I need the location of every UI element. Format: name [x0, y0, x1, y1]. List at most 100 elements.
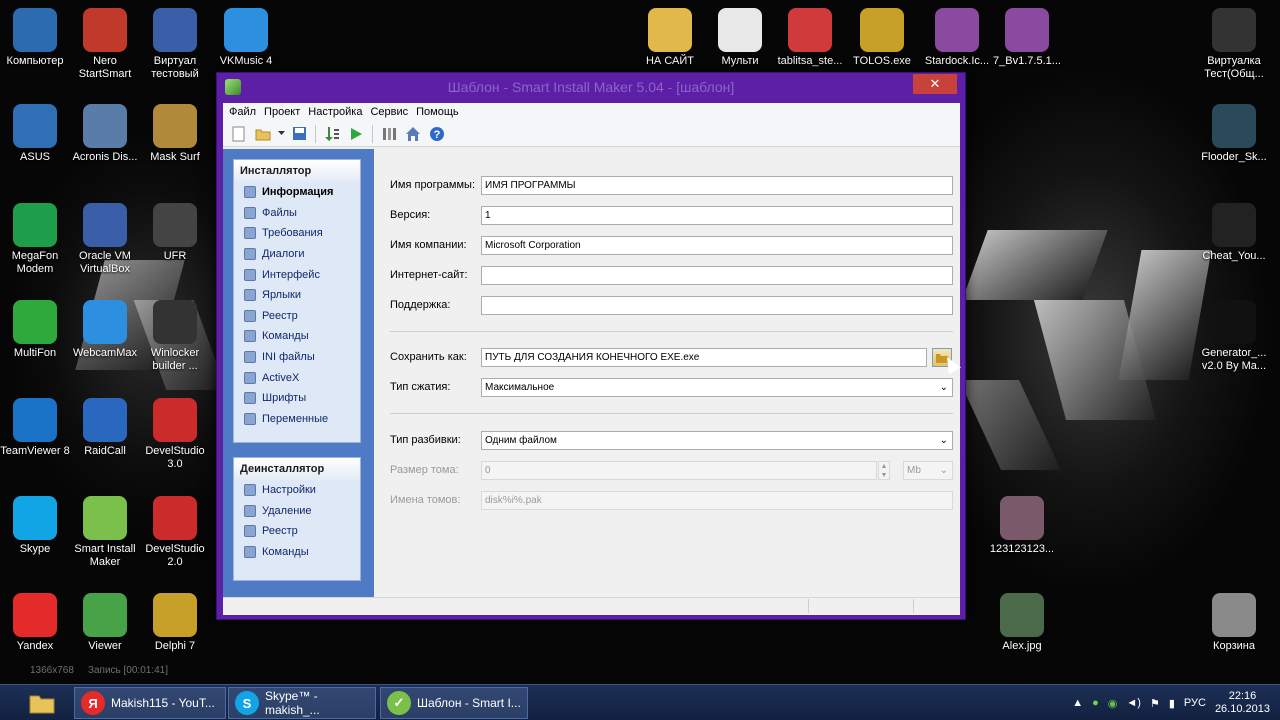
chevron-down-icon: ⌄ [939, 382, 948, 393]
language-indicator[interactable]: РУС [1184, 697, 1206, 709]
desktop-icon[interactable]: MegaFon Modem [0, 203, 72, 276]
signal-icon[interactable]: ▮ [1169, 697, 1175, 710]
installer-nav-item[interactable]: Интерфейс [234, 264, 360, 285]
desktop-icon[interactable]: Mask Surf [138, 104, 212, 164]
desktop-icon[interactable]: DevelStudio 3.0 [138, 398, 212, 471]
installer-nav-item[interactable]: Реестр [234, 306, 360, 327]
menu-service[interactable]: Сервис [366, 106, 412, 118]
desktop-icon[interactable]: 123123123... [985, 496, 1059, 556]
desktop-icon[interactable]: 7_Bv1.7.5.1... [990, 8, 1064, 68]
desktop-icon[interactable]: Acronis Dis... [68, 104, 142, 164]
desktop-icon-label: Acronis Dis... [72, 151, 138, 163]
compression-select[interactable]: Максимальное ⌄ [481, 378, 953, 397]
dropdown-arrow-icon[interactable] [277, 124, 285, 144]
desktop-icon[interactable]: TeamViewer 8 [0, 398, 72, 458]
version-input[interactable]: 1 [481, 206, 953, 225]
clock-time: 22:16 [1228, 690, 1257, 702]
desktop-icon[interactable]: Flooder_Sk... [1197, 104, 1271, 164]
support-label: Поддержка: [390, 299, 451, 311]
installer-nav-item[interactable]: INI файлы [234, 347, 360, 368]
desktop-icon[interactable]: Alex.jpg [985, 593, 1059, 653]
close-button[interactable]: ✕ [913, 74, 957, 94]
save-as-input[interactable]: ПУТЬ ДЛЯ СОЗДАНИЯ КОНЕЧНОГО EXE.exe [481, 348, 927, 367]
desktop-icon[interactable]: НА САЙТ [633, 8, 707, 68]
desktop-icon[interactable]: Nero StartSmart [68, 8, 142, 81]
installer-nav-item[interactable]: Информация [234, 182, 360, 203]
desktop-icon[interactable]: Oracle VM VirtualBox [68, 203, 142, 276]
menu-help[interactable]: Помощь [412, 106, 463, 118]
run-icon[interactable] [346, 124, 366, 144]
taskbar-button[interactable]: ✓ Шаблон - Smart I... [380, 687, 528, 719]
desktop-icon[interactable]: Winlocker builder ... [138, 300, 212, 373]
desktop-icon[interactable]: Smart Install Maker [68, 496, 142, 569]
desktop-icon[interactable]: MultiFon [0, 300, 72, 360]
desktop-icon[interactable]: DevelStudio 2.0 [138, 496, 212, 569]
desktop-icon[interactable]: Stardock.Ic... [920, 8, 994, 68]
app-icon [225, 79, 241, 95]
desktop-icon[interactable]: VKMusic 4 [209, 8, 283, 68]
desktop-icon[interactable]: Generator_... v2.0 By Ma... [1197, 300, 1271, 373]
uninstaller-nav-item[interactable]: Команды [234, 542, 360, 563]
network-icon[interactable]: ◉ [1108, 697, 1118, 710]
menu-file[interactable]: Файл [225, 106, 260, 118]
desktop-icon[interactable]: Skype [0, 496, 72, 556]
company-input[interactable]: Microsoft Corporation [481, 236, 953, 255]
desktop-icon[interactable]: Cheat_You... [1197, 203, 1271, 263]
desktop-icon[interactable]: UFR [138, 203, 212, 263]
flooder-icon [1212, 104, 1256, 148]
open-icon[interactable] [253, 124, 273, 144]
flag-icon[interactable]: ⚑ [1150, 697, 1160, 710]
desktop-icon[interactable]: Компьютер [0, 8, 72, 68]
installer-nav-item[interactable]: Переменные [234, 409, 360, 430]
installer-nav-item[interactable]: Файлы [234, 203, 360, 224]
desktop-icon[interactable]: Корзина [1197, 593, 1271, 653]
support-input[interactable] [481, 296, 953, 315]
installer-nav-item[interactable]: Требования [234, 223, 360, 244]
uninstaller-nav-item[interactable]: Удаление [234, 501, 360, 522]
volume-names-input[interactable]: disk%i%.pak [481, 491, 953, 510]
installer-nav-item[interactable]: Ярлыки [234, 285, 360, 306]
app-window[interactable]: Шаблон - Smart Install Maker 5.04 - [шаб… [216, 72, 966, 620]
taskbar-button[interactable]: Я Makish115 - YouT... [74, 687, 226, 719]
installer-nav-item[interactable]: Шрифты [234, 388, 360, 409]
show-hidden-icons-icon[interactable]: ▲ [1072, 697, 1083, 709]
desktop-icon[interactable]: RaidCall [68, 398, 142, 458]
menu-project[interactable]: Проект [260, 106, 304, 118]
installer-nav-item[interactable]: Команды [234, 326, 360, 347]
desktop-icon[interactable]: Viewer [68, 593, 142, 653]
desktop-icon[interactable]: WebcamMax [68, 300, 142, 360]
uninstaller-nav-item[interactable]: Реестр [234, 521, 360, 542]
website-input[interactable] [481, 266, 953, 285]
menu-settings[interactable]: Настройка [304, 106, 366, 118]
desktop-icon[interactable]: Виртуал тестовый [138, 8, 212, 81]
app-tray-icon[interactable]: ● [1092, 697, 1099, 709]
compression-label: Тип сжатия: [390, 381, 451, 393]
desktop-icon[interactable]: Delphi 7 [138, 593, 212, 653]
volume-unit-select[interactable]: Mb ⌄ [903, 461, 953, 480]
installer-nav-item[interactable]: ActiveX [234, 367, 360, 388]
home-icon[interactable] [403, 124, 423, 144]
split-select[interactable]: Одним файлом ⌄ [481, 431, 953, 450]
desktop-icon[interactable]: Yandex [0, 593, 72, 653]
desktop-icon[interactable]: Мульти [703, 8, 777, 68]
volume-icon[interactable]: ◄) [1126, 697, 1141, 709]
program-name-input[interactable]: ИМЯ ПРОГРАММЫ [481, 176, 953, 195]
desktop-icon[interactable]: tablitsa_ste... [773, 8, 847, 68]
build-icon[interactable] [322, 124, 342, 144]
settings-icon[interactable] [379, 124, 399, 144]
uninstaller-nav-item[interactable]: Настройки [234, 480, 360, 501]
clock[interactable]: 22:16 26.10.2013 [1215, 690, 1270, 716]
installer-nav-item[interactable]: Диалоги [234, 244, 360, 265]
chevron-down-icon: ⌄ [939, 435, 948, 446]
explorer-taskbar-button[interactable] [26, 689, 58, 717]
desktop-icon[interactable]: TOLOS.exe [845, 8, 919, 68]
title-bar[interactable]: Шаблон - Smart Install Maker 5.04 - [шаб… [217, 73, 965, 103]
volume-size-spinner[interactable]: ▲ ▼ [878, 461, 890, 480]
desktop-icon[interactable]: ASUS [0, 104, 72, 164]
new-icon[interactable] [229, 124, 249, 144]
desktop-icon[interactable]: Виртуалка Тест(Общ... [1197, 8, 1271, 81]
save-icon[interactable] [289, 124, 309, 144]
taskbar-button[interactable]: S Skype™ - makish_... [228, 687, 376, 719]
help-icon[interactable]: ? [427, 124, 447, 144]
volume-size-input[interactable]: 0 [481, 461, 877, 480]
